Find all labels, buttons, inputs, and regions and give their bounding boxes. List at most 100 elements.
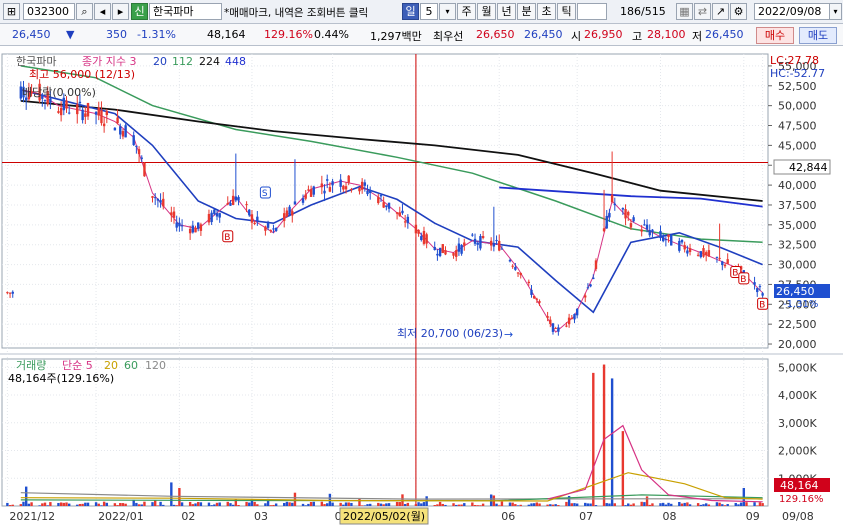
volume-bar bbox=[624, 505, 627, 506]
volume-bar bbox=[651, 503, 654, 506]
candle-body bbox=[643, 224, 646, 226]
stock-chart[interactable]: SBBBB→ 20,00022,50025,00027,50030,00032,… bbox=[0, 46, 843, 527]
settings-gear-icon[interactable]: ⚙ bbox=[730, 3, 747, 20]
price-chart-title: 한국파마 bbox=[16, 55, 56, 68]
candle-body bbox=[753, 282, 756, 285]
calendar-dropdown-icon[interactable]: ▾ bbox=[829, 3, 842, 20]
next-arrow-icon[interactable]: ▸ bbox=[112, 3, 129, 20]
candle-body bbox=[274, 227, 278, 231]
candle-body bbox=[602, 228, 606, 232]
candle-body bbox=[718, 257, 721, 259]
period-week-button[interactable]: 주 bbox=[457, 3, 476, 20]
volume-bar bbox=[307, 503, 310, 506]
period-minute-button[interactable]: 분 bbox=[517, 3, 536, 20]
candle-body bbox=[508, 260, 512, 262]
volume-bar bbox=[226, 501, 229, 506]
candle-body bbox=[401, 210, 404, 214]
volume-bar bbox=[670, 503, 673, 506]
grid-view-icon[interactable]: ▦ bbox=[676, 3, 693, 20]
period-tick-button[interactable]: 틱 bbox=[557, 3, 576, 20]
volume-bar bbox=[532, 503, 536, 506]
period-day-button[interactable]: 일 bbox=[402, 3, 419, 20]
candle-body bbox=[94, 111, 98, 115]
legend-ma112: 112 bbox=[172, 55, 193, 68]
volume-bar bbox=[269, 505, 272, 506]
candle-body bbox=[151, 196, 154, 198]
buy-button[interactable]: 매수 bbox=[756, 27, 794, 44]
chart-menu-icon[interactable]: ⊞ bbox=[3, 3, 20, 20]
candle-body bbox=[441, 244, 444, 253]
down-arrow-icon: ▼ bbox=[66, 28, 75, 41]
candle-body bbox=[288, 206, 291, 215]
volume-bar bbox=[358, 498, 361, 506]
price-tick-label: 20,000 bbox=[778, 338, 817, 351]
moving-average-lines bbox=[20, 65, 763, 333]
period-value-input[interactable]: 5 bbox=[420, 3, 438, 20]
volume-bar bbox=[132, 499, 135, 506]
stock-code-input[interactable]: 032300 bbox=[23, 3, 75, 20]
candle-body bbox=[143, 162, 146, 177]
candle-body bbox=[721, 261, 724, 266]
candle-body bbox=[511, 265, 514, 267]
volume-tick-label: 4,000K bbox=[778, 389, 817, 402]
period-second-button[interactable]: 초 bbox=[537, 3, 556, 20]
period-month-button[interactable]: 월 bbox=[477, 3, 496, 20]
volume-bar bbox=[613, 503, 616, 506]
volume-bar bbox=[6, 502, 9, 506]
candle-body bbox=[344, 186, 348, 190]
volume-bar bbox=[514, 504, 517, 506]
volume-bar bbox=[737, 504, 740, 506]
quote-strip: 26,450 ▼ 350 -1.31% 48,164 129.16% 0.44%… bbox=[0, 24, 843, 46]
volume-bar bbox=[84, 502, 87, 506]
period-year-button[interactable]: 년 bbox=[497, 3, 516, 20]
candle-body bbox=[498, 240, 501, 251]
volume-value: 48,164 bbox=[207, 28, 246, 41]
marker-price-tag: 42,844 bbox=[789, 161, 828, 174]
candle-body bbox=[476, 242, 479, 245]
candle-body bbox=[86, 102, 90, 117]
candle-body bbox=[629, 223, 633, 228]
candle-body bbox=[610, 194, 614, 203]
sell-button[interactable]: 매도 bbox=[799, 27, 837, 44]
ma20-line bbox=[20, 89, 763, 314]
prev-arrow-icon[interactable]: ◂ bbox=[94, 3, 111, 20]
trend-line-icon[interactable]: ↗ bbox=[712, 3, 729, 20]
volume-bar bbox=[41, 503, 44, 506]
candle-body bbox=[460, 244, 463, 254]
candle-body bbox=[436, 253, 439, 256]
trade-marker-label: B bbox=[224, 233, 230, 243]
date-input[interactable]: 2022/09/08 bbox=[754, 3, 832, 20]
compare-icon[interactable]: ⇄ bbox=[694, 3, 711, 20]
candle-body bbox=[285, 210, 289, 217]
trade-amount: 1,297백만 bbox=[370, 30, 422, 43]
candle-body bbox=[575, 308, 579, 316]
candle-body bbox=[398, 212, 401, 217]
candle-body bbox=[538, 301, 541, 303]
candle-body bbox=[403, 221, 407, 223]
volume-bar bbox=[643, 502, 646, 506]
volume-bar bbox=[554, 504, 557, 506]
volume-bar bbox=[721, 504, 724, 506]
volume-bar bbox=[686, 502, 689, 506]
volume-pane-frame bbox=[1, 358, 769, 507]
candle-body bbox=[455, 250, 458, 257]
volume-bar bbox=[162, 504, 165, 506]
cursor-date: 2022/05/02(월) bbox=[343, 510, 425, 523]
candle-body bbox=[382, 202, 385, 208]
volume-bar bbox=[43, 502, 47, 506]
candle-body bbox=[328, 187, 332, 192]
volume-bar bbox=[253, 501, 256, 506]
candle-body bbox=[395, 212, 399, 214]
candle-body bbox=[78, 101, 82, 104]
time-tick-label: 06 bbox=[501, 510, 515, 523]
candle-body bbox=[457, 243, 461, 252]
volume-bar bbox=[538, 503, 541, 506]
candle-body bbox=[197, 222, 200, 229]
price-tick-label: 37,500 bbox=[778, 199, 817, 212]
price-tick-label: 30,000 bbox=[778, 259, 817, 272]
volume-bar bbox=[549, 504, 552, 506]
period-dropdown-icon[interactable]: ▾ bbox=[439, 3, 456, 20]
count-input[interactable] bbox=[577, 3, 607, 20]
time-tick-label: 07 bbox=[579, 510, 593, 523]
search-icon[interactable]: ⌕ bbox=[76, 3, 93, 20]
